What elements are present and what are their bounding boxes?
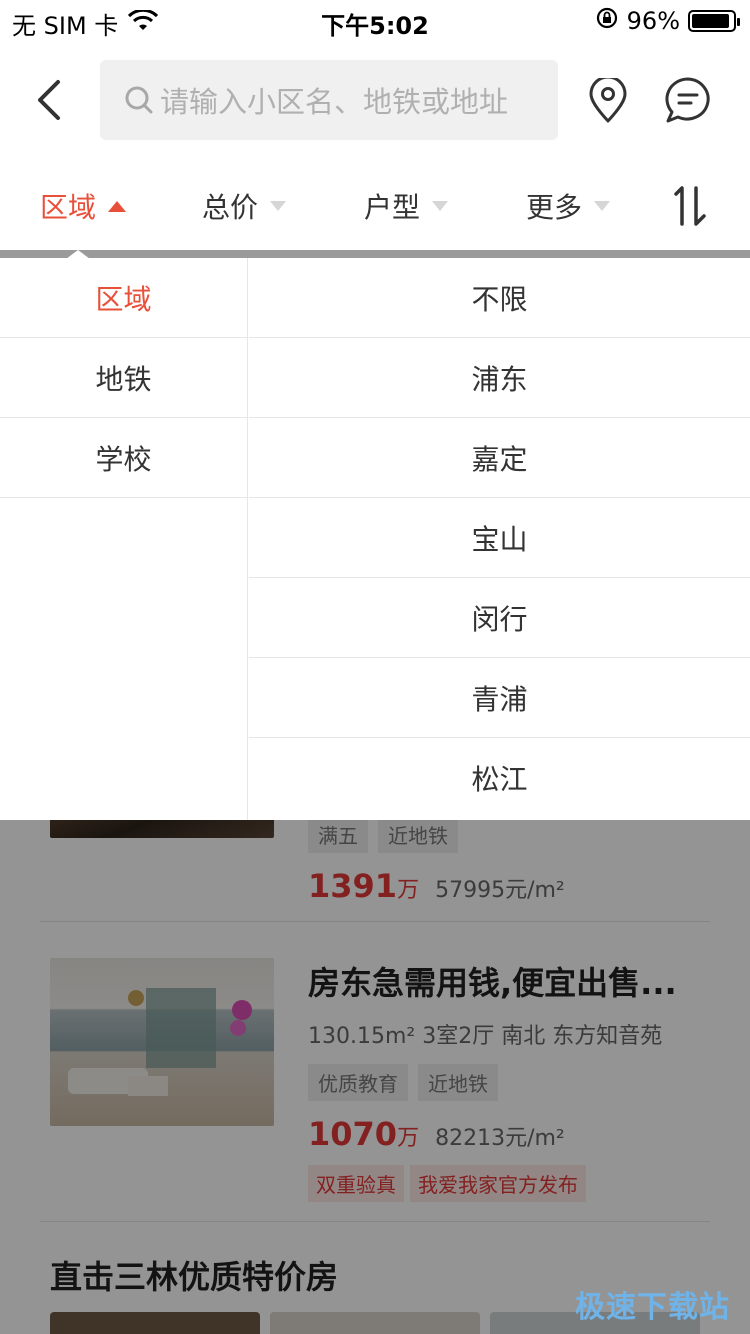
location-pin-icon [589,75,627,123]
chevron-left-icon [38,80,60,120]
header: 请输入小区名、地铁或地址 [0,40,750,160]
location-button[interactable] [586,75,630,124]
caret-down-icon [432,201,449,211]
status-bar: 无 SIM 卡 下午5:02 96% [0,0,750,40]
caret-up-icon [108,200,127,212]
search-icon [125,86,153,114]
search-input[interactable]: 请输入小区名、地铁或地址 [100,60,558,140]
caret-down-icon [594,201,611,211]
filter-more-label: 更多 [526,191,583,224]
message-button[interactable] [664,76,712,124]
option-jiading[interactable]: 嘉定 [249,418,750,498]
search-placeholder: 请输入小区名、地铁或地址 [160,85,509,119]
option-minhang[interactable]: 闵行 [249,578,750,658]
filter-layout-label: 户型 [364,191,421,224]
option-pudong[interactable]: 浦东 [249,338,750,418]
filter-price[interactable]: 总价 [202,186,287,226]
option-unlimited[interactable]: 不限 [249,258,750,338]
chat-bubble-icon [665,77,710,123]
battery-percent: 96% [626,7,680,35]
caret-down-icon [270,201,287,211]
battery-icon [688,10,740,32]
dropdown-divider [0,250,750,258]
filter-area[interactable]: 区域 [40,186,127,226]
filter-price-label: 总价 [202,191,259,224]
dropdown-category-list: 区域 地铁 学校 [0,258,248,820]
option-qingpu[interactable]: 青浦 [249,658,750,738]
sort-icon [674,186,706,226]
filter-layout[interactable]: 户型 [364,186,449,226]
area-dropdown: 区域 地铁 学校 不限 浦东 嘉定 宝山 闵行 青浦 松江 [0,258,750,820]
watermark: 极速下载站 [575,1290,730,1325]
back-button[interactable] [30,78,70,122]
option-baoshan[interactable]: 宝山 [249,498,750,578]
filter-more[interactable]: 更多 [526,186,611,226]
sort-button[interactable] [668,184,712,228]
rotation-lock-icon [595,6,619,36]
filter-bar: 区域 总价 户型 更多 [0,160,750,250]
category-area[interactable]: 区域 [0,258,247,338]
filter-area-label: 区域 [40,191,97,224]
dropdown-option-list: 不限 浦东 嘉定 宝山 闵行 青浦 松江 [249,258,750,820]
category-subway[interactable]: 地铁 [0,338,247,418]
option-songjiang[interactable]: 松江 [249,738,750,818]
category-school[interactable]: 学校 [0,418,247,498]
